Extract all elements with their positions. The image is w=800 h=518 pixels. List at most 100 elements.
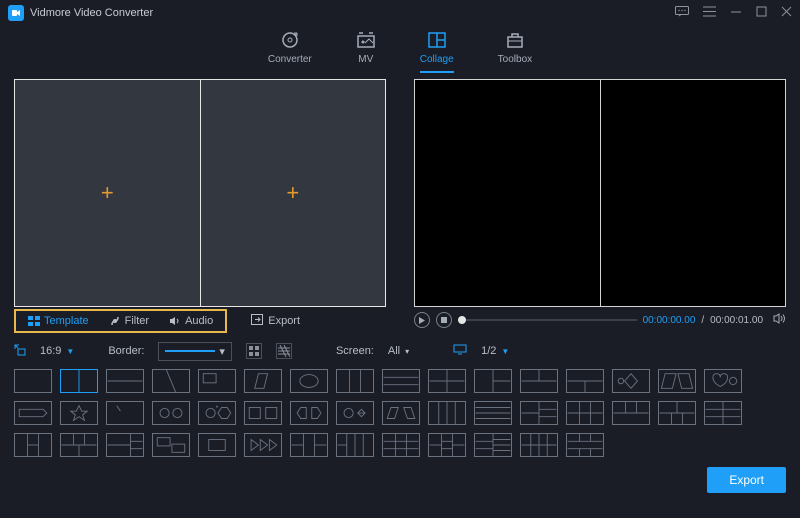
template-item[interactable]	[704, 401, 742, 425]
collage-cell-1[interactable]: +	[15, 80, 200, 306]
template-item[interactable]	[244, 433, 282, 457]
template-item[interactable]	[152, 369, 190, 393]
template-grid	[0, 365, 800, 457]
template-item[interactable]	[474, 369, 512, 393]
template-item[interactable]	[566, 401, 604, 425]
page-value: 1/2	[481, 345, 496, 357]
footer: Export	[0, 457, 800, 503]
caret-icon: ▾	[405, 347, 409, 356]
template-item[interactable]	[520, 401, 558, 425]
template-item[interactable]	[60, 433, 98, 457]
border-pattern-button[interactable]	[276, 343, 292, 359]
subtab-filter[interactable]: Filter	[99, 311, 159, 331]
template-item[interactable]	[658, 369, 696, 393]
progress-track[interactable]	[458, 319, 637, 321]
menu-icon[interactable]	[703, 6, 716, 20]
close-icon[interactable]	[781, 6, 792, 20]
screen-dropdown[interactable]: All▾	[388, 345, 409, 357]
main-tabs: Converter MV Collage Toolbox	[0, 30, 800, 73]
audio-icon	[169, 315, 181, 327]
screen-icon[interactable]	[453, 344, 467, 358]
template-item[interactable]	[474, 401, 512, 425]
page-dropdown[interactable]: 1/2▼	[481, 345, 509, 357]
template-item[interactable]	[382, 401, 420, 425]
template-item[interactable]	[198, 401, 236, 425]
maximize-icon[interactable]	[756, 6, 767, 20]
template-item[interactable]	[704, 369, 742, 393]
subtab-label: Audio	[185, 315, 213, 327]
template-item[interactable]	[428, 433, 466, 457]
tab-label: Toolbox	[498, 54, 532, 65]
template-item[interactable]	[566, 433, 604, 457]
tab-collage[interactable]: Collage	[420, 30, 454, 73]
border-color-button[interactable]	[246, 343, 262, 359]
stop-button[interactable]	[436, 312, 452, 328]
template-item[interactable]	[198, 369, 236, 393]
template-item[interactable]	[106, 369, 144, 393]
template-item[interactable]	[566, 369, 604, 393]
time-current: 00:00:00.00	[643, 315, 696, 326]
template-item[interactable]	[336, 433, 374, 457]
template-item[interactable]	[336, 401, 374, 425]
template-item[interactable]	[658, 401, 696, 425]
play-button[interactable]	[414, 312, 430, 328]
template-item[interactable]	[428, 369, 466, 393]
progress-knob[interactable]	[458, 316, 466, 324]
converter-icon	[280, 30, 300, 50]
export-tab-button[interactable]: Export	[251, 314, 300, 328]
template-item[interactable]	[290, 369, 328, 393]
subtab-label: Filter	[125, 315, 149, 327]
export-button[interactable]: Export	[707, 467, 786, 493]
template-item[interactable]	[244, 401, 282, 425]
template-item[interactable]	[336, 369, 374, 393]
template-item[interactable]	[60, 401, 98, 425]
template-item[interactable]	[60, 369, 98, 393]
template-item[interactable]	[14, 369, 52, 393]
template-item[interactable]	[14, 433, 52, 457]
template-item[interactable]	[106, 433, 144, 457]
titlebar: Vidmore Video Converter	[0, 0, 800, 26]
mv-icon	[356, 30, 376, 50]
caret-icon: ▾	[219, 345, 225, 358]
preview-area	[414, 79, 786, 307]
time-sep: /	[701, 315, 704, 326]
tab-label: MV	[358, 54, 373, 65]
collage-editor[interactable]: + +	[14, 79, 386, 307]
template-item[interactable]	[106, 401, 144, 425]
tab-label: Collage	[420, 54, 454, 65]
add-icon: +	[101, 180, 114, 206]
preview-cell-2	[600, 80, 786, 306]
tab-toolbox[interactable]: Toolbox	[498, 30, 532, 73]
template-item[interactable]	[382, 369, 420, 393]
template-item[interactable]	[290, 433, 328, 457]
template-item[interactable]	[474, 433, 512, 457]
template-item[interactable]	[520, 369, 558, 393]
template-item[interactable]	[612, 369, 650, 393]
template-item[interactable]	[428, 401, 466, 425]
tab-label: Converter	[268, 54, 312, 65]
tab-mv[interactable]: MV	[356, 30, 376, 73]
collage-cell-2[interactable]: +	[200, 80, 386, 306]
template-item[interactable]	[382, 433, 420, 457]
template-item[interactable]	[198, 433, 236, 457]
template-item[interactable]	[152, 433, 190, 457]
aspect-icon[interactable]	[14, 344, 26, 359]
tab-converter[interactable]: Converter	[268, 30, 312, 73]
template-item[interactable]	[290, 401, 328, 425]
editor-panel: + + Template Filter Audio Exp	[14, 79, 386, 333]
minimize-icon[interactable]	[730, 6, 742, 21]
screen-label: Screen:	[336, 345, 374, 357]
border-style-dropdown[interactable]: ▾	[158, 342, 232, 361]
template-item[interactable]	[14, 401, 52, 425]
template-item[interactable]	[520, 433, 558, 457]
volume-icon[interactable]	[773, 313, 786, 327]
aspect-value: 16:9	[40, 345, 61, 357]
template-item[interactable]	[152, 401, 190, 425]
export-label: Export	[268, 315, 300, 327]
aspect-dropdown[interactable]: 16:9▼	[40, 345, 74, 357]
subtab-audio[interactable]: Audio	[159, 311, 223, 331]
template-item[interactable]	[244, 369, 282, 393]
subtab-template[interactable]: Template	[18, 311, 99, 331]
feedback-icon[interactable]	[675, 6, 689, 20]
template-item[interactable]	[612, 401, 650, 425]
